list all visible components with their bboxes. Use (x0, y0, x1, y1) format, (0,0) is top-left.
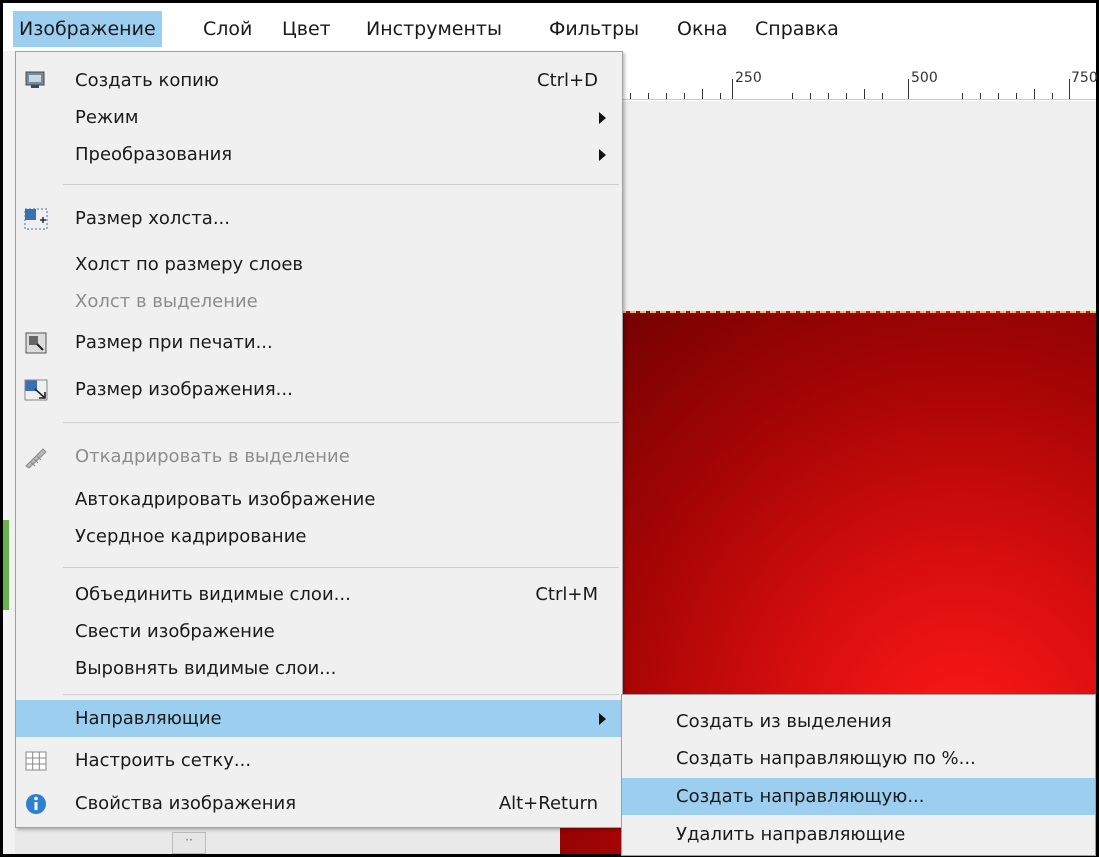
grid-icon (23, 748, 49, 774)
menu-item-label: Откадрировать в выделение (75, 446, 350, 467)
menu-item-autocrop[interactable]: Автокадрировать изображение (16, 481, 622, 518)
menu-item-print-size[interactable]: Размер при печати... (16, 324, 622, 361)
menu-item-label: Преобразования (75, 144, 233, 165)
submenu-item-new-from-selection[interactable]: Создать из выделения (622, 703, 1095, 740)
ruler-label-500: 500 (911, 70, 938, 86)
menu-item-label: Объединить видимые слои... (75, 584, 351, 605)
menu-item-transform[interactable]: Преобразования (16, 136, 622, 173)
status-strip (15, 826, 560, 854)
canvas-background (622, 101, 1096, 311)
menu-windows[interactable]: Окна (671, 11, 734, 47)
menu-item-duplicate[interactable]: Создать копию Ctrl+D (16, 62, 622, 99)
menu-item-label: Выровнять видимые слои... (75, 658, 337, 679)
menu-item-shortcut: Alt+Return (498, 793, 598, 814)
menu-item-label: Автокадрировать изображение (75, 489, 376, 510)
menu-item-flatten[interactable]: Свести изображение (16, 613, 622, 650)
image-menu: Создать копию Ctrl+D Режим Преобразовани… (15, 51, 623, 828)
menu-separator (63, 567, 619, 568)
duplicate-icon (23, 68, 49, 94)
submenu-item-label: Создать из выделения (676, 711, 892, 732)
submenu-item-label: Удалить направляющие (676, 824, 906, 845)
menu-item-label: Размер при печати... (75, 332, 273, 353)
toolbox-edge (3, 51, 15, 854)
menu-item-label: Холст в выделение (75, 291, 258, 312)
submenu-item-label: Создать направляющую... (676, 786, 925, 807)
menu-separator (63, 694, 619, 695)
menu-filters[interactable]: Фильтры (543, 11, 645, 47)
menubar: Изображение Слой Цвет Инструменты Фильтр… (3, 3, 1096, 51)
menu-item-scale-image[interactable]: Размер изображения... (16, 371, 622, 408)
menu-item-shortcut: Ctrl+M (535, 584, 598, 605)
menu-item-label: Размер холста... (75, 208, 231, 229)
horizontal-ruler[interactable]: 250 500 750 (622, 64, 1098, 100)
menu-item-label: Усердное кадрирование (75, 526, 307, 547)
menu-item-canvas-to-selection[interactable]: Холст в выделение (16, 283, 622, 320)
menu-item-label: Создать копию (75, 70, 219, 91)
ruler-label-250: 250 (735, 70, 762, 86)
menu-item-label: Холст по размеру слоев (75, 254, 304, 275)
menu-item-mode[interactable]: Режим (16, 99, 622, 136)
scale-image-icon (23, 377, 49, 403)
menu-image[interactable]: Изображение (13, 11, 162, 47)
menu-item-label: Настроить сетку... (75, 750, 252, 771)
menu-item-label: Направляющие (75, 708, 222, 729)
ruler-label-750: 750 (1071, 70, 1098, 86)
menu-item-label: Режим (75, 107, 139, 128)
submenu-arrow-icon (599, 112, 606, 124)
menu-separator (63, 422, 619, 423)
menu-layer[interactable]: Слой (197, 11, 258, 47)
menu-help[interactable]: Справка (749, 11, 845, 47)
submenu-arrow-icon (599, 713, 606, 725)
canvas-size-icon (23, 206, 49, 232)
menu-separator (63, 184, 619, 185)
menu-item-label: Свойства изображения (75, 793, 297, 814)
submenu-item-new-guide-percent[interactable]: Создать направляющую по %... (622, 740, 1095, 777)
menu-item-canvas-size[interactable]: Размер холста... (16, 200, 622, 237)
toolbox-color-edge (3, 520, 9, 610)
print-size-icon (23, 330, 49, 356)
menu-item-guides[interactable]: Направляющие (16, 700, 622, 737)
menu-item-label: Свести изображение (75, 621, 275, 642)
info-icon (23, 791, 49, 817)
menu-item-image-properties[interactable]: Свойства изображения Alt+Return (16, 785, 622, 822)
submenu-item-remove-guides[interactable]: Удалить направляющие (622, 816, 1095, 853)
menu-item-canvas-to-layers[interactable]: Холст по размеру слоев (16, 246, 622, 283)
crop-icon (23, 444, 49, 470)
menu-item-zealous-crop[interactable]: Усердное кадрирование (16, 518, 622, 555)
guides-submenu: Создать из выделения Создать направляющу… (621, 694, 1096, 856)
menu-colors[interactable]: Цвет (276, 11, 337, 47)
menu-item-crop-to-selection[interactable]: Откадрировать в выделение (16, 438, 622, 475)
menu-item-merge-visible[interactable]: Объединить видимые слои... Ctrl+M (16, 576, 622, 613)
submenu-item-label: Создать направляющую по %... (676, 748, 976, 769)
menu-tools[interactable]: Инструменты (360, 11, 508, 47)
navigate-button[interactable]: ·· (172, 832, 206, 854)
menu-item-shortcut: Ctrl+D (537, 70, 598, 91)
menu-item-align-visible[interactable]: Выровнять видимые слои... (16, 650, 622, 687)
menu-item-configure-grid[interactable]: Настроить сетку... (16, 742, 622, 779)
menu-item-label: Размер изображения... (75, 379, 293, 400)
submenu-arrow-icon (599, 149, 606, 161)
submenu-item-new-guide[interactable]: Создать направляющую... (622, 778, 1095, 815)
